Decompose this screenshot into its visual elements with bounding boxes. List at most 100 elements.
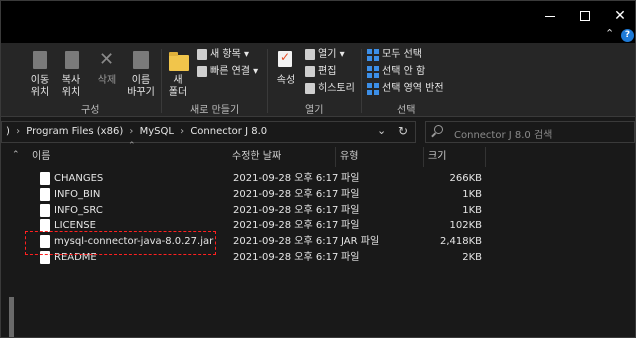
file-date: 2021-09-28 오후 6:17 [233, 252, 339, 263]
invert-selection-icon [367, 83, 379, 95]
column-headers: 이름 수정한 날짜 유형 크기 [28, 147, 635, 167]
button-label-line: 바꾸기 [127, 87, 155, 98]
easy-access-label: 빠른 연결 [210, 66, 250, 77]
breadcrumb: ) › Program Files (x86) › MySQL › Connec… [6, 126, 267, 137]
minimize-icon [545, 15, 555, 17]
collapse-ribbon-icon[interactable]: ⌃ [605, 27, 614, 40]
file-icon [40, 172, 50, 185]
address-bar[interactable]: ) › Program Files (x86) › MySQL › Connec… [1, 121, 416, 143]
edit-icon [305, 66, 315, 77]
group-divider [161, 49, 162, 113]
file-size: 102KB [449, 220, 482, 232]
title-bar: ✕ [1, 1, 635, 31]
file-row[interactable]: INFO_BIN 2021-09-28 오후 6:17 파일 1KB [28, 187, 486, 203]
file-icon [40, 187, 50, 201]
copy-to-icon [65, 51, 79, 69]
easy-access-button[interactable]: 빠른 연결 ▾ [210, 66, 258, 78]
move-to-button[interactable]: 이동 위치 [25, 75, 55, 99]
button-label-line: 새 [173, 75, 183, 86]
open-icon [305, 49, 315, 60]
select-none-icon [367, 66, 379, 78]
file-type: 파일 [341, 188, 360, 200]
file-type: 파일 [341, 220, 360, 232]
file-name: CHANGES [54, 173, 104, 184]
new-item-label: 새 항목 [210, 49, 241, 60]
close-icon: ✕ [614, 8, 626, 24]
search-input[interactable]: Connector J 8.0 검색 [454, 126, 552, 141]
delete-button[interactable]: 삭제 [93, 75, 121, 87]
file-name: INFO_BIN [54, 188, 101, 200]
file-date: 2021-09-28 오후 6:17 [233, 236, 339, 248]
column-header-size[interactable]: 크기 [424, 147, 486, 167]
button-label-line: 위치 [61, 87, 81, 98]
group-label-new: 새로 만들기 [190, 105, 240, 116]
column-header-name[interactable]: 이름 [28, 147, 228, 167]
file-type: 파일 [341, 173, 360, 184]
file-icon [40, 203, 50, 217]
edit-button[interactable]: 편집 [318, 66, 336, 78]
chevron-right-icon: › [180, 126, 185, 137]
search-box[interactable]: Connector J 8.0 검색 [425, 121, 635, 143]
breadcrumb-overflow[interactable]: ) [6, 126, 10, 137]
open-button[interactable]: 열기 ▾ [318, 49, 345, 61]
open-label: 열기 [318, 49, 337, 60]
new-item-button[interactable]: 새 항목 ▾ [210, 49, 249, 61]
breadcrumb-item[interactable]: MySQL [140, 126, 174, 137]
chevron-right-icon: › [129, 126, 134, 137]
file-row[interactable]: INFO_SRC 2021-09-28 오후 6:17 파일 1KB [28, 203, 486, 219]
copy-to-button[interactable]: 복사 위치 [56, 75, 86, 99]
maximize-icon [580, 11, 590, 21]
chevron-right-icon: › [16, 126, 21, 137]
file-type: 파일 [341, 204, 360, 216]
search-icon [434, 125, 443, 134]
history-icon [305, 83, 315, 94]
highlight-annotation [25, 231, 216, 255]
easy-access-icon [197, 66, 207, 77]
move-to-icon [33, 51, 47, 69]
address-bar-row: ) › Program Files (x86) › MySQL › Connec… [1, 118, 635, 146]
file-date: 2021-09-28 오후 6:17 [233, 173, 339, 184]
help-icon[interactable]: ? [621, 29, 634, 42]
file-size: 2KB [462, 252, 482, 263]
breadcrumb-item[interactable]: Connector J 8.0 [190, 126, 267, 137]
delete-icon: ✕ [99, 49, 115, 70]
file-type: JAR 파일 [341, 236, 380, 248]
button-label-line: 폴더 [168, 87, 188, 98]
nav-scrollbar-thumb[interactable] [9, 297, 14, 337]
ribbon: 이동 위치 복사 위치 ✕ 삭제 이름 바꾸기 구성 새 폴더 새 항목 ▾ 빠른 연결… [1, 43, 635, 117]
refresh-icon[interactable]: ↻ [398, 124, 408, 138]
scroll-up-icon[interactable]: ⌃ [12, 150, 20, 160]
ribbon-control-bar [1, 29, 635, 43]
file-size: 1KB [462, 188, 482, 200]
column-header-type[interactable]: 유형 [336, 147, 424, 167]
history-button[interactable]: 히스토리 [318, 83, 355, 95]
group-divider [267, 49, 268, 113]
button-label-line: 이름 [131, 75, 151, 86]
rename-icon [133, 51, 149, 69]
group-divider [361, 49, 362, 113]
chevron-down-icon[interactable]: ⌄ [377, 124, 386, 137]
file-date: 2021-09-28 오후 6:17 [233, 188, 339, 200]
file-size: 1KB [462, 204, 482, 216]
column-header-date[interactable]: 수정한 날짜 [228, 147, 336, 167]
new-folder-button[interactable]: 새 폴더 [165, 75, 191, 99]
new-item-icon [197, 49, 207, 60]
select-all-icon [367, 49, 379, 61]
file-date: 2021-09-28 오후 6:17 [233, 220, 339, 232]
file-row[interactable]: CHANGES 2021-09-28 오후 6:17 파일 266KB [28, 171, 486, 187]
button-label-line: 이동 [30, 75, 50, 86]
properties-icon [278, 50, 292, 67]
button-label-line: 복사 [61, 75, 81, 86]
group-label-organize: 구성 [81, 105, 100, 116]
select-none-button[interactable]: 선택 안 함 [382, 66, 425, 78]
new-folder-icon [169, 52, 189, 71]
invert-selection-button[interactable]: 선택 영역 반전 [382, 83, 444, 95]
group-label-select: 선택 [397, 105, 416, 116]
properties-button[interactable]: 속성 [273, 75, 299, 87]
file-size: 266KB [449, 173, 482, 184]
select-all-button[interactable]: 모두 선택 [382, 49, 422, 61]
breadcrumb-item[interactable]: Program Files (x86) [26, 126, 123, 137]
rename-button[interactable]: 이름 바꾸기 [123, 75, 159, 99]
group-label-open: 열기 [305, 105, 324, 116]
button-label-line: 위치 [30, 87, 50, 98]
